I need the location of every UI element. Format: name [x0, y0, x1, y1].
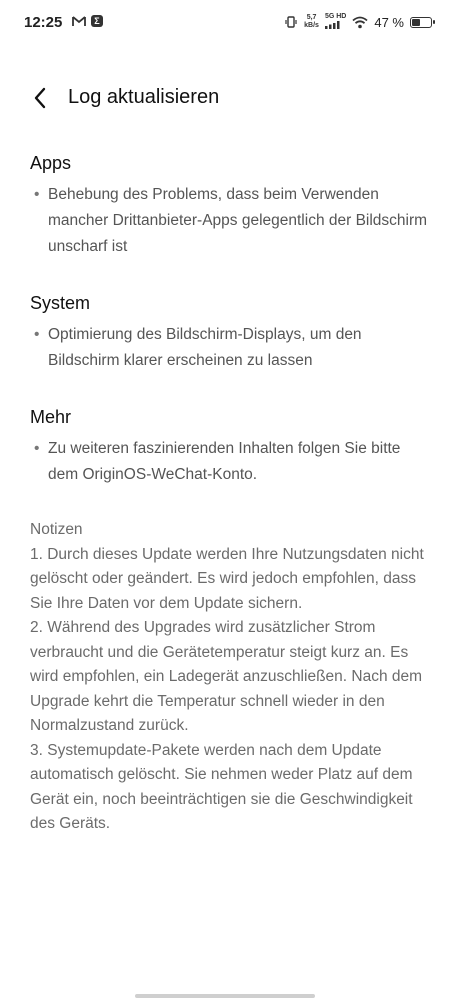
section-system: System Optimierung des Bildschirm-Displa…	[30, 290, 430, 374]
signal-block: 5G HD	[324, 12, 347, 32]
list-item: Behebung des Problems, dass beim Verwend…	[30, 182, 430, 260]
home-indicator[interactable]	[135, 994, 315, 998]
app-notification-icon: Σ	[91, 15, 103, 27]
back-button[interactable]	[26, 84, 54, 112]
chevron-left-icon	[34, 87, 46, 109]
section-title: System	[30, 293, 91, 313]
note-item: 2. Während des Upgrades wird zusätzliche…	[30, 619, 423, 734]
vibrate-icon	[285, 16, 297, 28]
status-bar: 12:25 Σ 5,7 kB/s 5G HD 47 %	[0, 0, 450, 46]
network-speed: 5,7 kB/s	[304, 14, 319, 30]
list-item: Zu weiteren faszinierenden Inhalten folg…	[30, 436, 430, 488]
status-right-icons: 5,7 kB/s 5G HD 47 %	[284, 12, 435, 32]
section-more: Mehr Zu weiteren faszinierenden Inhalten…	[30, 404, 430, 488]
battery-fill	[412, 18, 420, 26]
battery-percent: 47 %	[374, 14, 404, 30]
wifi-icon	[352, 16, 368, 28]
section-apps: Apps Behebung des Problems, dass beim Ve…	[30, 150, 430, 260]
notes-heading: Notizen	[30, 521, 83, 538]
section-title: Mehr	[30, 407, 72, 427]
section-title: Apps	[30, 153, 72, 173]
status-time: 12:25	[24, 14, 63, 31]
list-item: Optimierung des Bildschirm-Displays, um …	[30, 322, 430, 374]
note-item: 1. Durch dieses Update werden Ihre Nutzu…	[30, 545, 424, 612]
mail-icon	[72, 16, 86, 26]
speed-unit: kB/s	[304, 22, 319, 29]
status-left-icons: Σ	[72, 15, 103, 27]
battery-icon	[410, 16, 435, 28]
signal-icon	[324, 20, 340, 29]
note-item: 3. Systemupdate-Pakete werden nach dem U…	[30, 741, 413, 833]
notes-block: Notizen 1. Durch dieses Update werden Ih…	[30, 518, 430, 837]
network-type: 5G HD	[324, 12, 347, 20]
update-log-content: Apps Behebung des Problems, dass beim Ve…	[30, 150, 430, 837]
page-title: Log aktualisieren	[68, 86, 220, 108]
header: Log aktualisieren	[0, 80, 450, 120]
speed-value: 5,7	[306, 14, 317, 21]
